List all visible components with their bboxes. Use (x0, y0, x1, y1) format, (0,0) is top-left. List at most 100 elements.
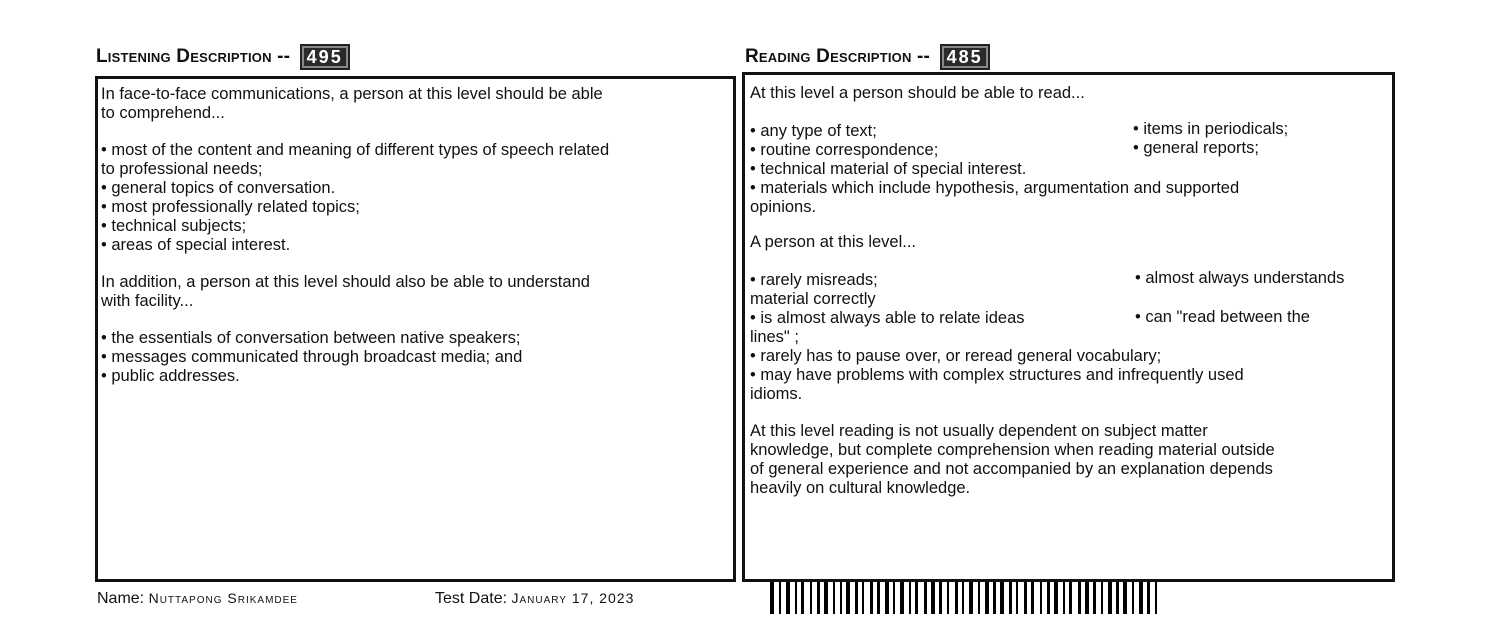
barcode-bar (962, 582, 964, 614)
reading-ability-item: • items in periodicals; (1133, 120, 1289, 138)
listening-heading-text: Listening Description -- (96, 46, 291, 68)
barcode-bar (900, 582, 904, 614)
listening-line: • most professionally related topics; (101, 198, 360, 216)
barcode-bar (1132, 582, 1134, 614)
listening-line: In face-to-face communications, a person… (101, 85, 603, 103)
barcode-bar (1085, 582, 1089, 614)
listening-line: • areas of special interest. (101, 236, 291, 254)
date-label: Test Date: (435, 590, 508, 607)
reading-score-badge: 485 (939, 44, 990, 70)
barcode-bar (931, 582, 935, 614)
reading-person-item: idioms. (750, 385, 803, 403)
listening-line: to comprehend... (101, 104, 225, 122)
listening-line: • most of the content and meaning of dif… (101, 141, 610, 159)
barcode-bar (1031, 582, 1034, 614)
barcode-bar (993, 582, 996, 614)
test-date: Test Date: January 17, 2023 (435, 590, 634, 608)
barcode-bar (969, 582, 973, 614)
reading-ability-item: • materials which include hypothesis, ar… (750, 179, 1240, 197)
listening-line: • general topics of conversation. (101, 179, 336, 197)
barcode-bar (833, 582, 835, 614)
date-value: January 17, 2023 (511, 590, 635, 606)
barcode-bar (840, 582, 842, 614)
name-value: Nuttapong Srikamdee (148, 590, 298, 606)
reading-person-item: material correctly (750, 290, 876, 308)
barcode-bar (824, 582, 828, 614)
name-label: Name: (97, 590, 145, 607)
barcode-bar (915, 582, 918, 614)
barcode-bar (1139, 582, 1143, 614)
barcode-bar (877, 582, 880, 614)
barcode-bar (1078, 582, 1081, 614)
barcode-bar (795, 582, 797, 614)
barcode-bar (947, 582, 949, 614)
listening-gap (101, 311, 609, 329)
reading-person-intro: A person at this level... (750, 233, 917, 251)
reading-closing-line: of general experience and not accompanie… (750, 460, 1273, 478)
barcode-bar (862, 582, 864, 614)
reading-ability-item: • general reports; (1133, 139, 1259, 157)
listening-line: • public addresses. (101, 367, 240, 385)
reading-person-list: • rarely misreads; material correctly • … (750, 271, 1244, 404)
barcode-bar (1147, 582, 1150, 614)
barcode-bar (1108, 582, 1112, 614)
barcode-bar (978, 582, 980, 614)
barcode-bar (779, 582, 781, 614)
listening-line: to professional needs; (101, 160, 263, 178)
candidate-name: Name: Nuttapong Srikamdee (97, 590, 298, 608)
reading-heading: Reading Description -- 485 (745, 44, 990, 70)
listening-line: • messages communicated through broadcas… (101, 348, 523, 366)
barcode-bar (1009, 582, 1012, 614)
barcode-bar (1123, 582, 1127, 614)
barcode-bar (885, 582, 889, 614)
barcode-bar (770, 582, 774, 614)
barcode-bar (1093, 582, 1096, 614)
reading-person-item: • may have problems with complex structu… (750, 366, 1244, 384)
barcode-bar (817, 582, 820, 614)
barcode-bar (1040, 582, 1042, 614)
barcode-bar (924, 582, 927, 614)
reading-intro: At this level a person should be able to… (750, 84, 1085, 102)
listening-score-badge: 495 (299, 44, 350, 70)
listening-line: In addition, a person at this level shou… (101, 273, 590, 291)
barcode-bar (955, 582, 958, 614)
barcode-bar (893, 582, 895, 614)
barcode-bar (939, 582, 942, 614)
reading-person-item: lines" ; (750, 328, 799, 346)
listening-line: • the essentials of conversation between… (101, 329, 521, 347)
barcode-bar (1155, 582, 1157, 614)
barcode-bar (1054, 582, 1058, 614)
barcode-bar (786, 582, 790, 614)
barcode-bar (810, 582, 812, 614)
listening-heading: Listening Description -- 495 (96, 44, 350, 70)
reading-heading-text: Reading Description -- (745, 46, 931, 68)
barcode-bar (855, 582, 858, 614)
reading-ability-item: opinions. (750, 198, 817, 216)
listening-line: with facility... (101, 292, 194, 310)
barcode-bar (870, 582, 873, 614)
barcode-bar (1016, 582, 1018, 614)
reading-person-right-1: • almost always understands (1135, 269, 1345, 287)
barcode-bar (1063, 582, 1065, 614)
reading-person-item: • rarely has to pause over, or reread ge… (750, 347, 1162, 365)
listening-line: • technical subjects; (101, 217, 247, 235)
listening-gap (101, 255, 609, 273)
reading-person-right-2: • can "read between the (1135, 308, 1310, 326)
barcode-bar (1069, 582, 1072, 614)
reading-closing-paragraph: At this level reading is not usually dep… (750, 422, 1275, 498)
barcode-bar (801, 582, 804, 614)
barcode-bar (1116, 582, 1119, 614)
barcode-bar (985, 582, 989, 614)
barcode-bar (1000, 582, 1004, 614)
barcode-bar (1101, 582, 1103, 614)
barcode-bar (846, 582, 850, 614)
listening-description: In face-to-face communications, a person… (101, 85, 609, 386)
reading-abilities-right: • items in periodicals; • general report… (1133, 120, 1288, 158)
reading-closing-line: heavily on cultural knowledge. (750, 479, 971, 497)
barcode-bar (1024, 582, 1027, 614)
reading-closing-line: At this level reading is not usually dep… (750, 422, 1208, 440)
reading-closing-line: knowledge, but complete comprehension wh… (750, 441, 1275, 459)
reading-ability-item: • technical material of special interest… (750, 160, 1027, 178)
barcode-bar (1047, 582, 1050, 614)
barcode (770, 582, 1406, 614)
